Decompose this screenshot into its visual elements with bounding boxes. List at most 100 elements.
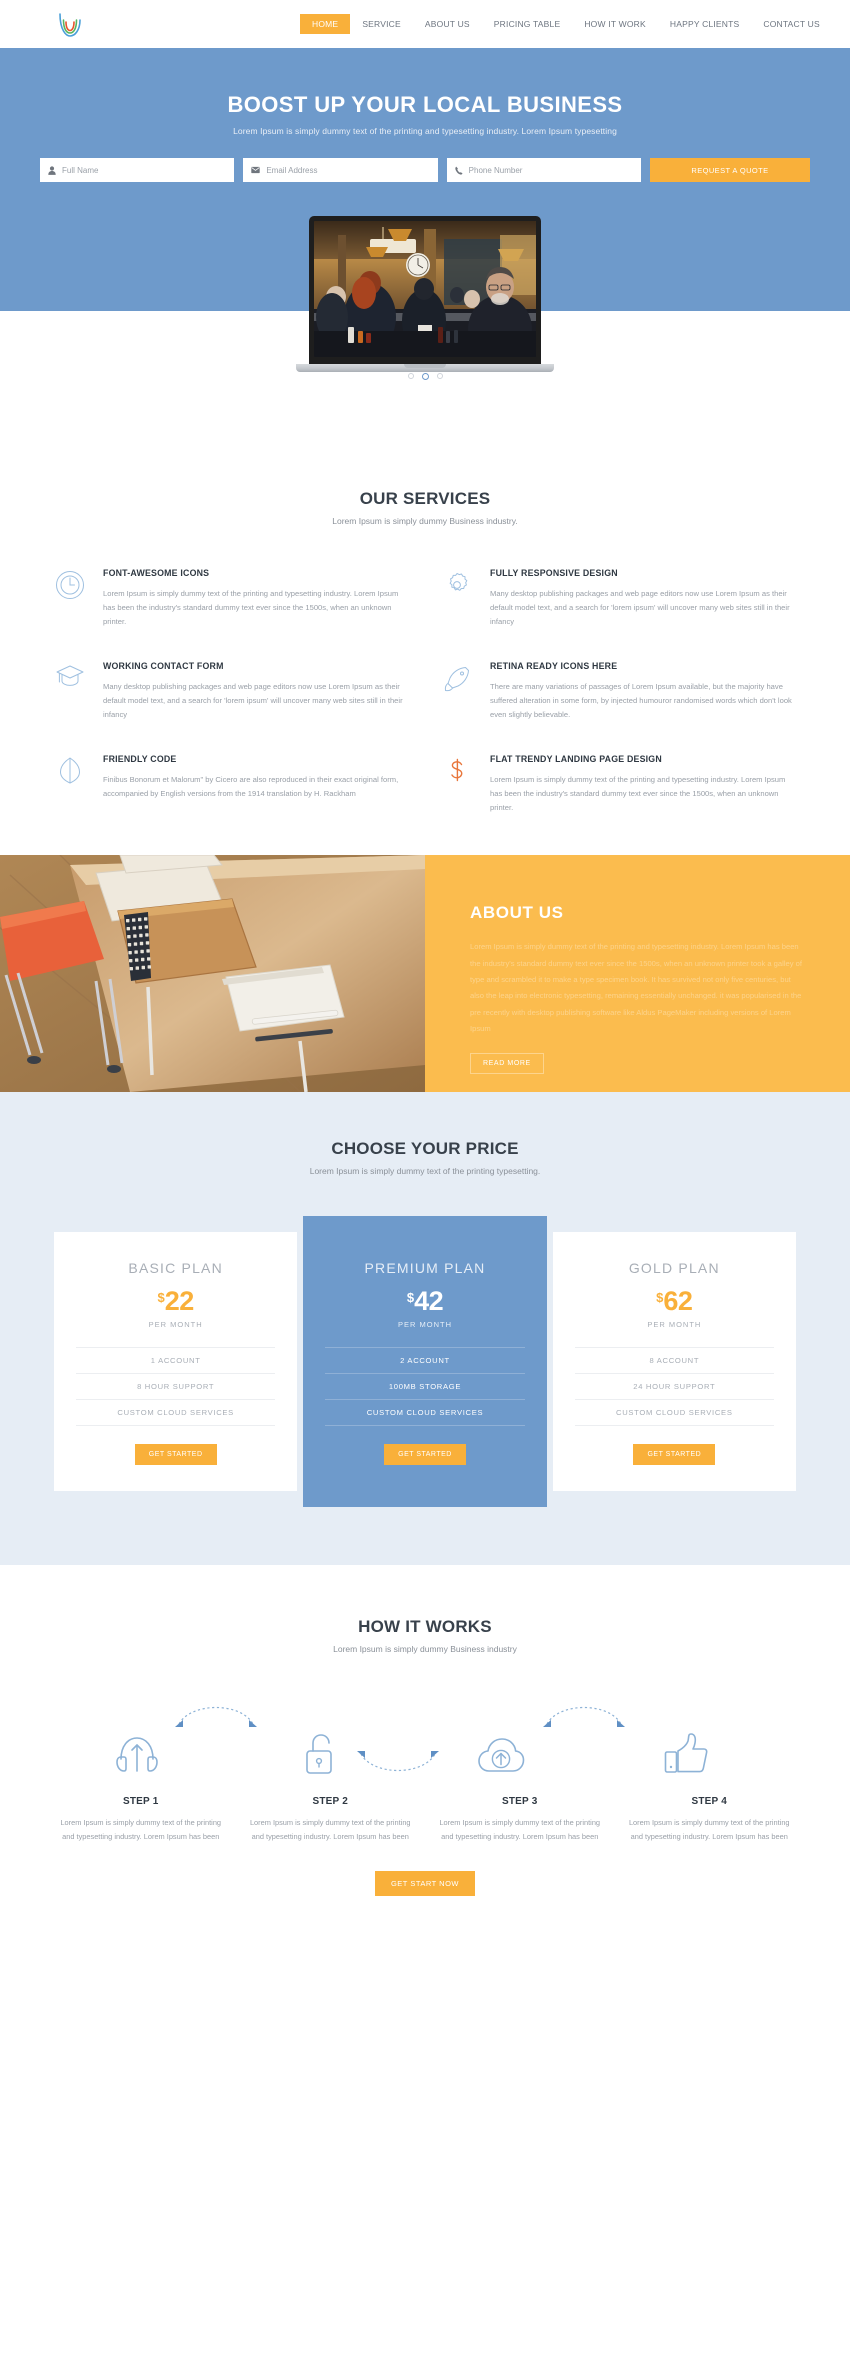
get-started-button[interactable]: GET STARTED	[384, 1444, 466, 1466]
full-name-input[interactable]	[62, 165, 227, 175]
dollar-sign-icon	[451, 759, 463, 782]
plan-feature: CUSTOM CLOUD SERVICES	[325, 1399, 525, 1427]
get-started-button[interactable]: GET STARTED	[633, 1444, 716, 1466]
service-text: Lorem Ipsum is simply dummy text of the …	[490, 775, 786, 813]
service-icon-wrap	[442, 661, 476, 722]
how-it-works-steps: STEP 1 Lorem Ipsum is simply dummy text …	[55, 1796, 795, 1844]
about-image	[0, 855, 425, 1093]
laptop-mockup	[296, 216, 554, 372]
unlock-icon	[306, 1734, 332, 1775]
about-text: Lorem Ipsum is simply dummy text of the …	[470, 942, 802, 1033]
plan-name: PREMIUM PLAN	[364, 1260, 486, 1277]
service-item: WORKING CONTACT FORM Many desktop publis…	[55, 661, 408, 722]
service-item: FULLY RESPONSIVE DESIGN Many desktop pub…	[442, 568, 795, 629]
service-item: RETINA READY ICONS HERE There are many v…	[442, 661, 795, 722]
service-icon-wrap	[55, 754, 89, 815]
nav-item-contact-us[interactable]: CONTACT US	[751, 13, 831, 35]
step-title: STEP 2	[312, 1796, 348, 1808]
services-subtitle: Lorem Ipsum is simply dummy Business ind…	[332, 516, 518, 526]
plan-features: 1 ACCOUNT 8 HOUR SUPPORT CUSTOM CLOUD SE…	[76, 1347, 276, 1427]
carousel-dot-2[interactable]	[421, 373, 429, 380]
carousel-slide-image	[314, 221, 536, 357]
pricing-card-basic[interactable]: BASIC PLAN $22 PER MONTH 1 ACCOUNT 8 HOU…	[54, 1232, 298, 1492]
email-address-field[interactable]	[243, 158, 438, 182]
full-name-field[interactable]	[40, 158, 235, 182]
plan-feature: 8 HOUR SUPPORT	[76, 1373, 276, 1399]
service-text: Many desktop publishing packages and web…	[103, 682, 403, 720]
nav-item-how-it-work[interactable]: HOW IT WORK	[572, 13, 658, 35]
plan-amount: 62	[663, 1286, 693, 1317]
carousel-dot-1[interactable]	[407, 373, 414, 379]
nav-item-service[interactable]: SERVICE	[350, 13, 413, 35]
step-text: Lorem Ipsum is simply dummy text of the …	[249, 1818, 411, 1842]
leaf-code-icon	[60, 757, 80, 784]
rainbow-arc-logo-icon	[59, 13, 81, 37]
carousel-dot-3[interactable]	[436, 373, 443, 379]
arrow-arc-2	[357, 1751, 439, 1772]
step-title: STEP 3	[502, 1796, 538, 1808]
step-icon-4	[653, 1731, 717, 1782]
how-it-works-icons	[55, 1690, 795, 1782]
step-icon-1	[105, 1731, 169, 1782]
service-text: There are many variations of passages of…	[490, 682, 792, 720]
phone-icon	[455, 166, 463, 175]
pricing-section: CHOOSE YOUR PRICE Lorem Ipsum is simply …	[0, 1092, 850, 1566]
user-icon	[48, 165, 56, 175]
nav-item-pricing-table[interactable]: PRICING TABLE	[482, 13, 573, 35]
pricing-title: CHOOSE YOUR PRICE	[331, 1139, 519, 1159]
email-address-input[interactable]	[266, 165, 430, 175]
logo[interactable]	[10, 9, 130, 39]
about-content: ABOUT US Lorem Ipsum is simply dummy tex…	[425, 855, 850, 1093]
plan-feature: 100MB STORAGE	[325, 1373, 525, 1399]
main-nav: HOME SERVICE ABOUT US PRICING TABLE HOW …	[300, 13, 832, 35]
service-title: FLAT TRENDY LANDING PAGE DESIGN	[490, 754, 662, 765]
service-text: Finibus Bonorum et Malorum" by Cicero ar…	[103, 775, 399, 799]
pricing-subtitle: Lorem Ipsum is simply dummy text of the …	[309, 1166, 541, 1177]
pricing-grid: BASIC PLAN $22 PER MONTH 1 ACCOUNT 8 HOU…	[54, 1216, 796, 1508]
service-title: RETINA READY ICONS HERE	[490, 661, 618, 672]
plan-feature: 8 ACCOUNT	[574, 1347, 774, 1373]
service-icon-wrap	[55, 661, 89, 722]
phone-number-input[interactable]	[468, 165, 633, 175]
service-title: FONT-AWESOME ICONS	[103, 568, 210, 578]
service-text: Many desktop publishing packages and web…	[490, 589, 790, 627]
hero-laptop-carousel	[0, 216, 850, 441]
nav-item-home[interactable]: HOME	[300, 14, 351, 34]
plan-feature: CUSTOM CLOUD SERVICES	[76, 1399, 276, 1427]
phone-number-field[interactable]	[446, 158, 641, 182]
plan-name: BASIC PLAN	[128, 1260, 223, 1277]
plan-feature: 24 HOUR SUPPORT	[574, 1373, 774, 1399]
about-section: ABOUT US Lorem Ipsum is simply dummy tex…	[0, 855, 850, 1093]
service-title: FRIENDLY CODE	[103, 754, 177, 765]
plan-feature: 2 ACCOUNT	[325, 1347, 525, 1373]
how-it-works-title: HOW IT WORKS	[358, 1617, 492, 1637]
plan-amount: 42	[414, 1286, 444, 1317]
arrow-arc-3	[543, 1707, 625, 1728]
plan-features: 2 ACCOUNT 100MB STORAGE CUSTOM CLOUD SER…	[325, 1347, 525, 1427]
step-title: STEP 1	[123, 1796, 159, 1808]
plan-name: GOLD PLAN	[628, 1260, 720, 1277]
service-text: Lorem Ipsum is simply dummy text of the …	[103, 589, 399, 627]
service-item: FONT-AWESOME ICONS Lorem Ipsum is simply…	[55, 568, 408, 629]
clock-circle-icon	[56, 571, 84, 599]
nav-item-about-us[interactable]: ABOUT US	[413, 13, 482, 35]
pricing-card-gold[interactable]: GOLD PLAN $62 PER MONTH 8 ACCOUNT 24 HOU…	[552, 1232, 796, 1492]
headphones-icon	[116, 1737, 158, 1773]
nav-item-happy-clients[interactable]: HAPPY CLIENTS	[658, 13, 752, 35]
how-it-works-section: HOW IT WORKS Lorem Ipsum is simply dummy…	[0, 1565, 850, 1955]
arrow-arc-1	[175, 1707, 257, 1728]
get-start-now-button[interactable]: GET START NOW	[374, 1870, 476, 1896]
service-title: FULLY RESPONSIVE DESIGN	[490, 568, 618, 578]
read-more-button[interactable]: READ MORE	[470, 1053, 544, 1075]
get-started-button[interactable]: GET STARTED	[134, 1444, 217, 1466]
rocket-icon	[444, 667, 469, 692]
request-quote-button[interactable]: REQUEST A QUOTE	[649, 158, 810, 182]
hero-title: BOOST UP YOUR LOCAL BUSINESS	[227, 92, 623, 117]
laptop-base	[296, 364, 554, 372]
pricing-card-premium[interactable]: PREMIUM PLAN $42 PER MONTH 2 ACCOUNT 100…	[303, 1216, 547, 1508]
step-text: Lorem Ipsum is simply dummy text of the …	[628, 1818, 790, 1842]
envelope-icon	[251, 166, 261, 174]
service-icon-wrap	[55, 568, 89, 629]
about-title: ABOUT US	[470, 903, 564, 923]
service-icon-wrap	[442, 568, 476, 629]
